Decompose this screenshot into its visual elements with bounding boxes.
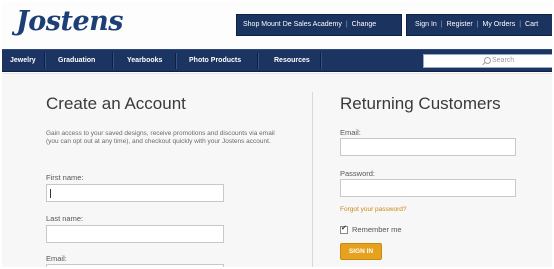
nav-divider (257, 53, 258, 69)
separator: | (440, 21, 443, 28)
register-link[interactable]: Register (447, 15, 473, 35)
nav-item-yearbooks[interactable]: Yearbooks (127, 50, 162, 72)
search-placeholder: Search (492, 57, 515, 64)
nav-divider (44, 53, 45, 69)
change-school-link[interactable]: Change (352, 15, 377, 35)
main-content: Create an Account Gain access to your sa… (2, 73, 552, 267)
nav-item-jewelry[interactable]: Jewelry (10, 50, 36, 72)
forgot-password-link[interactable]: Forgot your password? (340, 206, 406, 213)
password-label: Password: (340, 169, 376, 178)
login-email-label: Email: (340, 128, 361, 137)
search-input[interactable]: Search (423, 54, 552, 68)
create-account-description: Gain access to your saved designs, recei… (46, 130, 275, 145)
login-email-field[interactable] (340, 138, 516, 156)
column-divider (312, 92, 313, 267)
email-label: Email: (46, 254, 67, 263)
nav-item-graduation[interactable]: Graduation (58, 50, 95, 72)
sign-in-link[interactable]: Sign In (415, 15, 437, 35)
nav-divider (175, 53, 176, 69)
search-icon (484, 57, 491, 64)
page-frame: Jostens Shop Mount De Sales Academy | Ch… (2, 2, 552, 267)
account-links: Sign In | Register | My Orders | Cart (406, 14, 552, 36)
remember-me-label[interactable]: Remember me (352, 225, 402, 234)
last-name-field[interactable] (46, 225, 224, 243)
sign-in-button[interactable]: SIGN IN (340, 243, 382, 260)
my-orders-link[interactable]: My Orders (483, 15, 516, 35)
first-name-label: First name: (46, 173, 84, 182)
nav-item-photo-products[interactable]: Photo Products (189, 50, 241, 72)
jostens-logo[interactable]: Jostens (16, 7, 123, 37)
remember-me-checkbox[interactable] (340, 224, 348, 234)
create-account-title: Create an Account (46, 94, 186, 113)
separator: | (345, 21, 348, 28)
text-cursor (50, 189, 51, 198)
separator: | (476, 21, 479, 28)
cart-link[interactable]: Cart (525, 15, 538, 35)
password-field[interactable] (340, 179, 516, 197)
school-selector: Shop Mount De Sales Academy | Change (236, 14, 402, 36)
nav-divider (320, 53, 321, 69)
nav-divider (112, 53, 113, 69)
separator: | (519, 21, 522, 28)
first-name-field[interactable] (46, 184, 224, 202)
create-email-field[interactable] (46, 264, 224, 267)
school-name-link[interactable]: Shop Mount De Sales Academy (243, 15, 342, 35)
returning-customers-title: Returning Customers (340, 94, 501, 113)
nav-item-resources[interactable]: Resources (274, 50, 310, 72)
main-nav: Jewelry Graduation Yearbooks Photo Produ… (2, 49, 552, 72)
last-name-label: Last name: (46, 214, 84, 223)
